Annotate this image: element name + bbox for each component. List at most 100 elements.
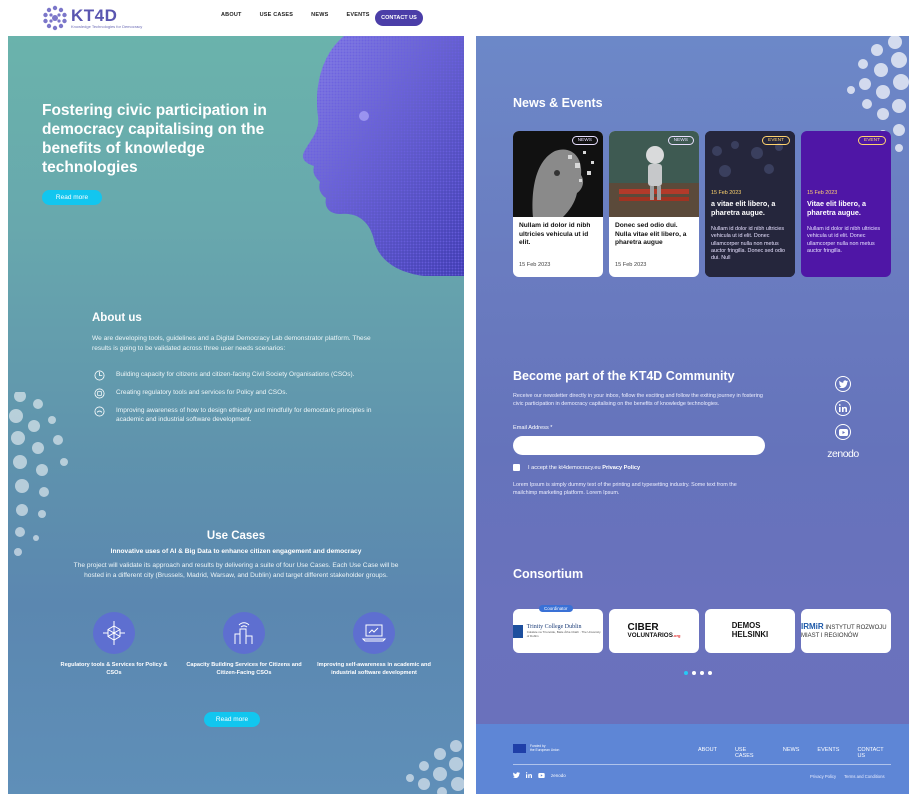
kt4d-logo[interactable]: KT4D Knowledge Technologies for Democrac… xyxy=(42,5,142,31)
event-card-title: a vitae elit libero, a pharetra augue. xyxy=(711,199,776,217)
email-label: Email Address * xyxy=(513,425,553,431)
event-card-title: Vitae elit libero, a pharetra augue. xyxy=(807,199,866,217)
news-badge: NEWS xyxy=(571,136,598,145)
event-card-date: 15 Feb 2023 xyxy=(711,190,742,196)
community-intro: Receive our newsletter directly in your … xyxy=(513,393,763,407)
capacity-icon xyxy=(94,370,105,381)
logo-tagline: Knowledge Technologies for Democracy xyxy=(71,24,143,29)
use-cases-text: The project will validate its approach a… xyxy=(73,562,399,580)
community-note: Lorem Ipsum is simply dummy text of the … xyxy=(513,482,737,496)
partner-demos-helsinki[interactable]: DEMOS HELSINKI xyxy=(705,609,795,653)
youtube-icon[interactable] xyxy=(835,424,851,440)
footer-divider xyxy=(513,764,891,765)
footer-news[interactable]: NEWS xyxy=(783,747,800,759)
zenodo-logo[interactable]: zenodo xyxy=(823,448,863,460)
regulatory-icon xyxy=(94,388,105,399)
event-card-1[interactable]: EVENT 15 Feb 2023 a vitae elit libero, a… xyxy=(705,131,795,277)
footer-events[interactable]: EVENTS xyxy=(817,747,839,759)
news-card-date: 15 Feb 2023 xyxy=(519,262,551,268)
coordinator-badge: Coordinator xyxy=(539,605,573,612)
demos-helsinki-logo: DEMOS HELSINKI xyxy=(731,621,769,639)
twitter-icon[interactable] xyxy=(513,772,520,778)
partner-cibervoluntarios[interactable]: CIBER VOLUNTARIOS.org xyxy=(609,609,699,653)
linkedin-icon[interactable] xyxy=(526,772,532,778)
digital-face-illustration xyxy=(302,36,464,276)
about-item-text: Building capacity for citizens and citiz… xyxy=(116,371,355,378)
use-cases-heading: Use Cases xyxy=(206,530,266,542)
logo-wordmark: KT4D xyxy=(71,6,118,25)
news-events-heading: News & Events xyxy=(513,96,603,110)
use-cases-subheading: Innovative uses of AI & Big Data to enha… xyxy=(110,548,362,555)
event-card-text: Nullam id dolor id nibh ultricies vehicu… xyxy=(711,226,786,262)
news-card-1[interactable]: NEWS Nullam id dolor id nibh ultricies v… xyxy=(513,131,603,277)
about-item-text: Improving awareness of how to design eth… xyxy=(116,407,372,424)
email-input[interactable] xyxy=(513,436,765,455)
twitter-icon[interactable] xyxy=(835,376,851,392)
use-case-label: Regulatory tools & Services for Policy &… xyxy=(60,662,168,676)
news-card-title: Nullam id dolor id nibh ultricies vehicu… xyxy=(519,222,591,247)
logo-dots-icon xyxy=(43,5,67,31)
use-case-label: Capacity Building Services for Citizens … xyxy=(186,662,302,676)
contact-us-button[interactable]: CONTACT US xyxy=(375,10,423,26)
partner-subtitle: Coláiste na Tríonóide, Baile Átha Cliath… xyxy=(526,630,601,639)
use-cases-read-more-button[interactable]: Read more xyxy=(204,712,260,727)
partner-name: Trinity College Dublin xyxy=(526,623,582,630)
top-navbar: KT4D Knowledge Technologies for Democrac… xyxy=(8,0,464,36)
network-cube-icon xyxy=(103,621,125,645)
footer-about[interactable]: ABOUT xyxy=(698,747,717,759)
footer-contact-us[interactable]: CONTACT US xyxy=(857,747,891,759)
privacy-policy-link[interactable]: Privacy Policy xyxy=(810,774,836,779)
carousel-dot[interactable] xyxy=(692,671,696,675)
event-card-2[interactable]: EVENT 15 Feb 2023 Vitae elit libero, a p… xyxy=(801,131,891,277)
youtube-icon[interactable] xyxy=(538,772,545,778)
trinity-crest-icon xyxy=(513,624,523,638)
privacy-policy-link[interactable]: Privacy Policy xyxy=(602,465,640,471)
partner-trinity-college[interactable]: Coordinator Trinity College Dublin Colái… xyxy=(513,605,603,653)
footer-social: zenodo xyxy=(513,772,566,778)
community-heading: Become part of the KT4D Community xyxy=(513,369,735,383)
list-item: Building capacity for citizens and citiz… xyxy=(94,370,394,381)
consortium-carousel-dots xyxy=(684,671,712,675)
carousel-dot[interactable] xyxy=(708,671,712,675)
list-item: Improving awareness of how to design eth… xyxy=(94,406,394,425)
page-root: KT4D Knowledge Technologies for Democrac… xyxy=(0,0,917,794)
privacy-consent-label: I accept the kt4democracy.eu Privacy Pol… xyxy=(528,464,641,471)
use-case-card-regulatory[interactable]: Regulatory tools & Services for Policy &… xyxy=(54,612,174,677)
linkedin-icon[interactable] xyxy=(835,400,851,416)
hero-read-more-button[interactable]: Read more xyxy=(42,190,102,205)
nav-news[interactable]: NEWS xyxy=(311,12,328,18)
use-case-icon-circle xyxy=(353,612,395,654)
laptop-chart-icon xyxy=(361,624,387,642)
hero-background: Fostering civic participation in democra… xyxy=(8,36,464,794)
footer-use-cases[interactable]: USE CASES xyxy=(735,747,765,759)
carousel-dot[interactable] xyxy=(700,671,704,675)
news-card-date: 15 Feb 2023 xyxy=(615,262,647,268)
site-footer: Funded by the European Union ABOUT USE CA… xyxy=(476,724,909,794)
about-intro: We are developing tools, guidelines and … xyxy=(92,335,371,352)
event-card-text: Nullam id dolor id nibh ultricies vehicu… xyxy=(807,226,881,254)
terms-link[interactable]: Terms and Conditions xyxy=(844,774,885,779)
nav-about[interactable]: ABOUT xyxy=(221,12,242,18)
use-case-icon-circle xyxy=(223,612,265,654)
use-case-icon-circle xyxy=(93,612,135,654)
irmir-logo: IRMiR INSTYTUT ROZWOJU MIAST I REGIONÓW xyxy=(801,622,887,639)
carousel-dot[interactable] xyxy=(684,671,688,675)
use-case-card-capacity[interactable]: Capacity Building Services for Citizens … xyxy=(184,612,304,677)
about-heading: About us xyxy=(92,312,142,324)
nav-links: ABOUT USE CASES NEWS EVENTS xyxy=(221,12,388,18)
use-case-card-awareness[interactable]: Improving self-awareness in academic and… xyxy=(314,612,434,677)
awareness-icon xyxy=(94,406,105,417)
about-list: Building capacity for citizens and citiz… xyxy=(94,370,394,432)
list-item: Creating regulatory tools and services f… xyxy=(94,388,394,399)
nav-use-cases[interactable]: USE CASES xyxy=(260,12,294,18)
partner-irmir[interactable]: IRMiR INSTYTUT ROZWOJU MIAST I REGIONÓW xyxy=(801,609,891,653)
social-links: zenodo xyxy=(823,376,863,460)
news-card-2[interactable]: NEWS Donec sed odio dui. Nulla vitae eli… xyxy=(609,131,699,277)
eu-flag-icon xyxy=(513,744,526,753)
nav-events[interactable]: EVENTS xyxy=(346,12,369,18)
footer-links: ABOUT USE CASES NEWS EVENTS CONTACT US xyxy=(698,747,909,759)
footer-zenodo-logo[interactable]: zenodo xyxy=(551,773,566,778)
consortium-heading: Consortium xyxy=(513,567,584,581)
privacy-checkbox[interactable] xyxy=(513,464,520,471)
event-badge: EVENT xyxy=(762,136,790,145)
